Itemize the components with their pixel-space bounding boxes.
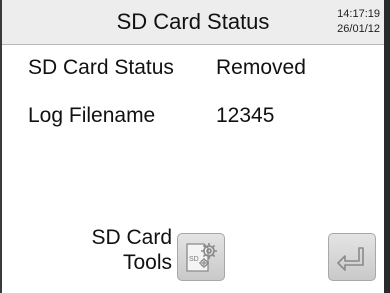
sd-card-tools-label: SD Card Tools	[66, 225, 172, 275]
log-filename-label: Log Filename	[28, 104, 156, 127]
clock-time: 14:17:19	[337, 8, 380, 20]
title-bar: SD Card Status 14:17:19 26/01/12	[2, 0, 384, 45]
clock: 14:17:19 26/01/12	[337, 7, 380, 37]
hmi-screen: SD Card Status 14:17:19 26/01/12 SD Card…	[0, 0, 390, 293]
svg-text:SD: SD	[189, 256, 199, 263]
page-title: SD Card Status	[116, 9, 270, 34]
enter-button[interactable]	[328, 233, 376, 281]
enter-return-icon	[337, 247, 364, 271]
sd-card-tools-label-line2: Tools	[122, 251, 172, 274]
log-filename-value: 12345	[216, 104, 275, 127]
clock-date: 26/01/12	[337, 23, 380, 35]
sd-card-gear-icon: SD	[186, 243, 217, 272]
sd-status-value: Removed	[216, 56, 306, 79]
log-filename-row: Log Filename 12345	[28, 103, 274, 129]
sd-status-row: SD Card Status Removed	[28, 55, 306, 81]
sd-card-tools-label-line1: SD Card	[91, 226, 172, 249]
sd-status-label: SD Card Status	[28, 56, 174, 79]
sd-card-tools-button[interactable]: SD	[177, 233, 225, 281]
